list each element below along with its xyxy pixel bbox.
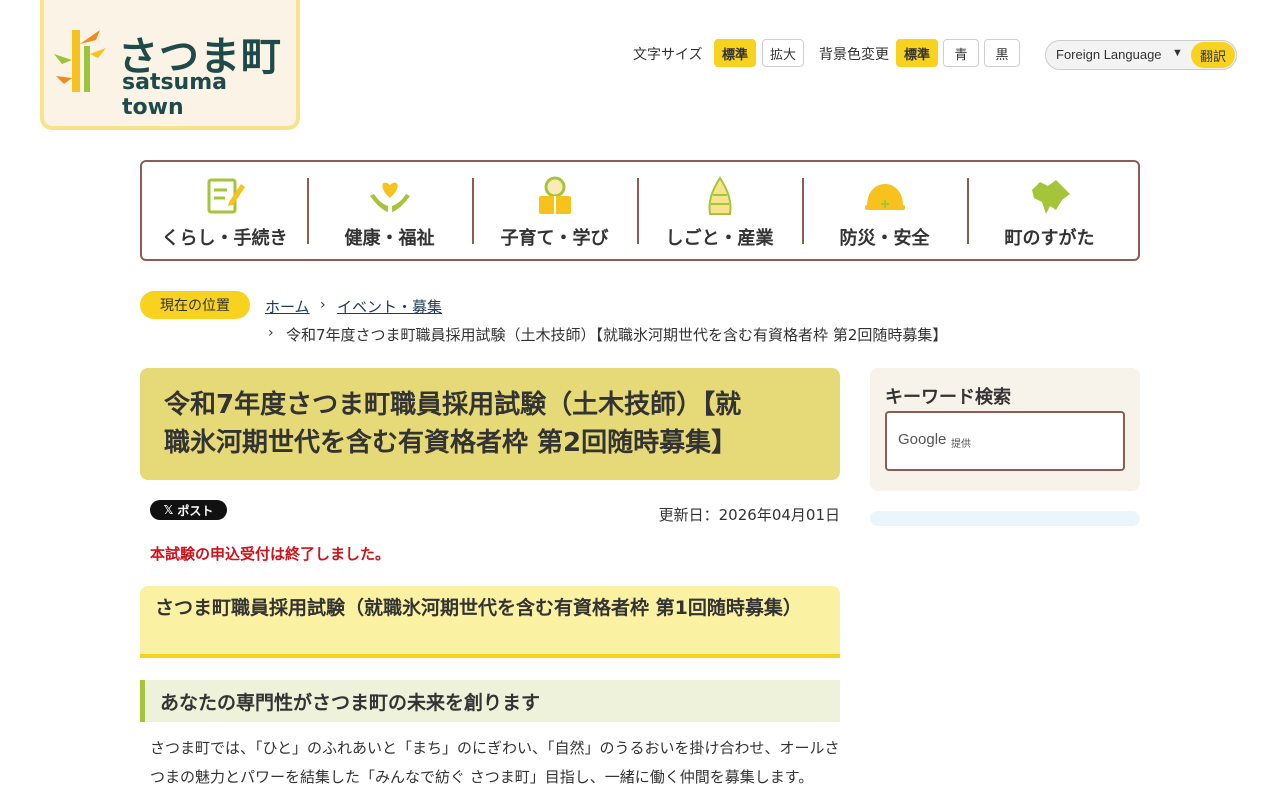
font-large-button[interactable]: 拡大 <box>762 39 804 67</box>
language-select-label: Foreign Language <box>1056 47 1162 62</box>
nav-label: 子育て・学び <box>500 228 609 249</box>
keyword-search-panel: キーワード検索 Google 提供 <box>870 368 1140 491</box>
document-pen-icon <box>207 178 245 214</box>
nav-item-work[interactable]: しごと・産業 <box>637 162 802 259</box>
bg-standard-button[interactable]: 標準 <box>896 39 938 67</box>
language-select[interactable]: Foreign Language ▼ 翻訳 <box>1045 40 1237 70</box>
breadcrumb-current: 令和7年度さつま町職員採用試験（土木技師）【就職氷河期世代を含む有資格者枠 第2… <box>286 326 948 344</box>
nav-label: くらし・手続き <box>161 228 288 249</box>
page-title: 令和7年度さつま町職員採用試験（土木技師）【就 職氷河期世代を含む有資格者枠 第… <box>140 368 840 480</box>
google-logo: Google <box>898 431 947 448</box>
section-heading-2: さつま町職員採用試験（就職氷河期世代を含む有資格者枠 第1回随時募集） <box>140 586 840 658</box>
nav-label: 防災・安全 <box>839 228 930 249</box>
breadcrumb-category-link[interactable]: イベント・募集 <box>337 296 442 317</box>
nav-label: 町のすがた <box>1004 228 1095 249</box>
helmet-icon <box>864 184 905 210</box>
breadcrumb-home-link[interactable]: ホーム <box>265 296 310 317</box>
translate-button[interactable]: 翻訳 <box>1191 42 1235 68</box>
x-post-label: ポスト <box>177 503 214 518</box>
application-closed-notice: 本試験の申込受付は終了しました。 <box>150 545 391 563</box>
logo-text-en: satsuma town <box>122 70 227 120</box>
page-title-line2: 職氷河期世代を含む有資格者枠 第2回随時募集】 <box>164 428 738 458</box>
nav-item-living[interactable]: くらし・手続き <box>142 162 307 259</box>
page-title-line1: 令和7年度さつま町職員採用試験（土木技師）【就 <box>164 390 742 420</box>
bamboo-logo-icon <box>54 30 106 92</box>
global-nav: くらし・手続き 健康・福祉 子育て・学び しごと・産業 防災・安全 町のすがた <box>140 160 1140 261</box>
bg-black-button[interactable]: 黒 <box>984 39 1020 67</box>
chevron-right-icon: › <box>268 325 274 341</box>
nav-label: しごと・産業 <box>665 228 774 249</box>
bg-color-label: 背景色変更 <box>819 47 889 63</box>
bamboo-shoot-icon <box>708 176 731 215</box>
chevron-right-icon: › <box>320 297 326 313</box>
section-heading-3: あなたの専門性がさつま町の未来を創ります <box>140 680 840 722</box>
nav-item-safety[interactable]: 防災・安全 <box>802 162 967 259</box>
x-post-button[interactable]: 𝕏 ポスト <box>150 500 227 520</box>
hands-heart-icon <box>369 182 410 212</box>
chevron-down-icon: ▼ <box>1172 47 1183 59</box>
sidebar-banner <box>870 511 1140 526</box>
font-standard-button[interactable]: 標準 <box>714 39 756 67</box>
nav-item-childcare[interactable]: 子育て・学び <box>472 162 637 259</box>
breadcrumb-badge: 現在の位置 <box>140 291 250 319</box>
town-map-icon <box>1031 180 1070 214</box>
font-size-label: 文字サイズ <box>633 47 703 63</box>
nav-item-health[interactable]: 健康・福祉 <box>307 162 472 259</box>
updated-date: 更新日：2026年04月01日 <box>658 506 840 524</box>
google-provided-label: 提供 <box>951 439 971 450</box>
search-input[interactable]: Google 提供 <box>885 411 1125 471</box>
x-logo-icon: 𝕏 <box>163 503 174 517</box>
bg-blue-button[interactable]: 青 <box>943 39 979 67</box>
nav-label: 健康・福祉 <box>344 228 435 249</box>
child-reading-icon <box>538 176 571 214</box>
body-paragraph: さつま町では、「ひと」のふれあいと「まち」のにぎわい、「自然」のうるおいを掛け合… <box>150 739 840 786</box>
nav-item-town[interactable]: 町のすがた <box>967 162 1132 259</box>
site-logo[interactable]: さつま町 satsuma town <box>40 0 300 130</box>
search-title: キーワード検索 <box>885 387 1011 408</box>
